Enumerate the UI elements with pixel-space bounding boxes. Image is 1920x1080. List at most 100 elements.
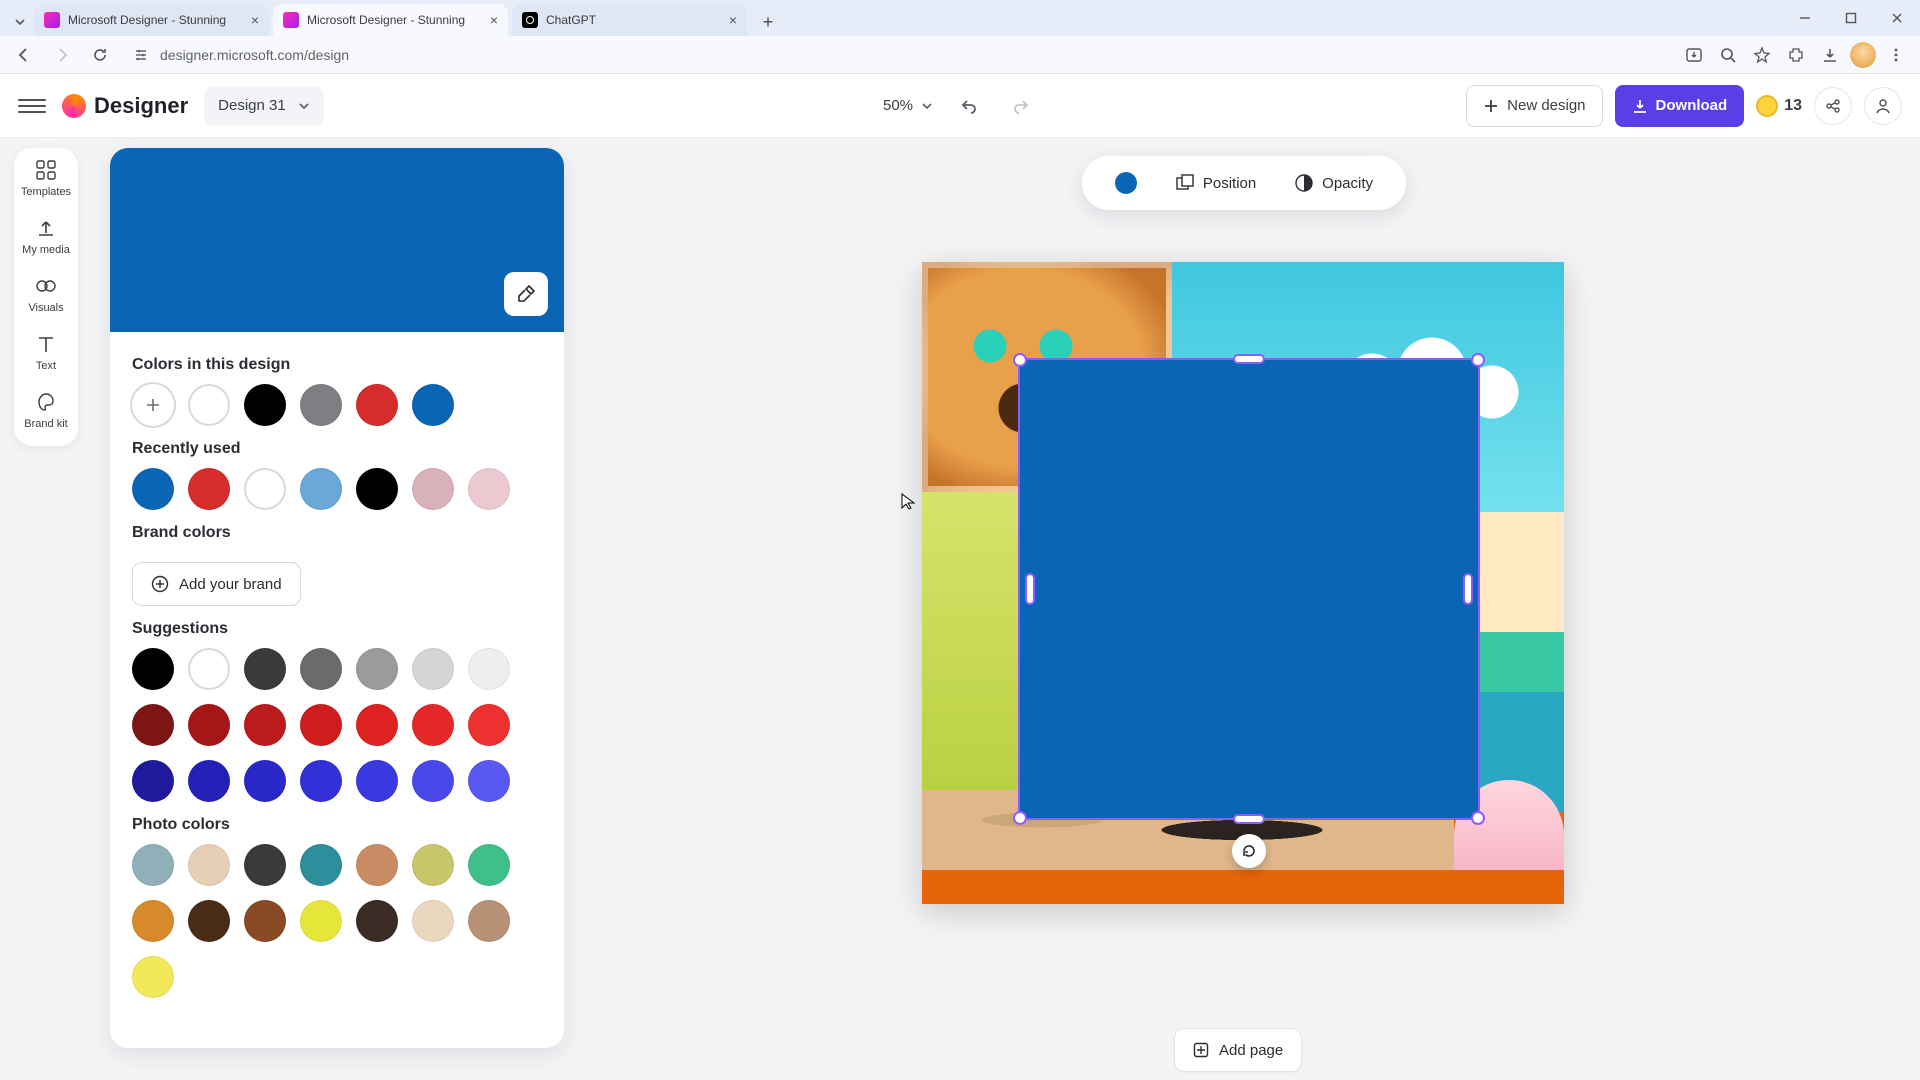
suggestion-swatch[interactable] (132, 704, 174, 746)
zoom-selector[interactable]: 50% (883, 97, 933, 114)
in-design-swatch[interactable] (300, 384, 342, 426)
suggestion-swatch[interactable] (244, 704, 286, 746)
suggestion-swatch[interactable] (412, 704, 454, 746)
site-info-icon[interactable] (132, 46, 150, 64)
add-brand-button[interactable]: Add your brand (132, 562, 301, 606)
design-canvas[interactable] (922, 262, 1564, 904)
suggestion-swatch[interactable] (468, 760, 510, 802)
suggestion-swatch[interactable] (300, 648, 342, 690)
photo-swatch[interactable] (244, 844, 286, 886)
photo-swatch[interactable] (468, 900, 510, 942)
browser-tab-1[interactable]: Microsoft Designer - Stunning × (273, 4, 508, 36)
suggestion-swatch[interactable] (188, 648, 230, 690)
resize-handle-top-left[interactable] (1013, 353, 1027, 367)
eyedropper-button[interactable] (504, 272, 548, 316)
opacity-button[interactable]: Opacity (1294, 173, 1373, 193)
resize-handle-left[interactable] (1025, 573, 1035, 605)
resize-handle-right[interactable] (1463, 573, 1473, 605)
close-icon[interactable]: × (490, 12, 498, 28)
suggestion-swatch[interactable] (244, 648, 286, 690)
browser-menu-icon[interactable] (1882, 41, 1910, 69)
photo-swatch[interactable] (132, 844, 174, 886)
photo-swatch[interactable] (412, 844, 454, 886)
recent-swatch[interactable] (244, 468, 286, 510)
browser-tab-0[interactable]: Microsoft Designer - Stunning × (34, 4, 269, 36)
photo-swatch[interactable] (188, 844, 230, 886)
browser-back-button[interactable] (10, 41, 38, 69)
browser-reload-button[interactable] (86, 41, 114, 69)
downloads-icon[interactable] (1816, 41, 1844, 69)
new-tab-button[interactable]: + (751, 8, 785, 36)
close-icon[interactable]: × (729, 12, 737, 28)
rail-brand-kit[interactable]: Brand kit (24, 390, 67, 430)
suggestion-swatch[interactable] (244, 760, 286, 802)
suggestion-swatch[interactable] (300, 760, 342, 802)
coins-indicator[interactable]: 13 (1756, 95, 1802, 117)
resize-handle-top[interactable] (1233, 354, 1265, 364)
suggestion-swatch[interactable] (188, 760, 230, 802)
suggestion-swatch[interactable] (356, 704, 398, 746)
photo-swatch[interactable] (244, 900, 286, 942)
install-app-icon[interactable] (1680, 41, 1708, 69)
photo-swatch[interactable] (300, 844, 342, 886)
suggestion-swatch[interactable] (412, 648, 454, 690)
suggestion-swatch[interactable] (132, 760, 174, 802)
suggestion-swatch[interactable] (356, 648, 398, 690)
recent-swatch[interactable] (356, 468, 398, 510)
browser-forward-button[interactable] (48, 41, 76, 69)
in-design-swatch[interactable] (244, 384, 286, 426)
close-icon[interactable]: × (251, 12, 259, 28)
recent-swatch[interactable] (412, 468, 454, 510)
download-button[interactable]: Download (1615, 85, 1745, 127)
rotate-handle[interactable] (1232, 834, 1266, 868)
suggestion-swatch[interactable] (188, 704, 230, 746)
recent-swatch[interactable] (132, 468, 174, 510)
photo-swatch[interactable] (468, 844, 510, 886)
photo-swatch[interactable] (300, 900, 342, 942)
photo-swatch[interactable] (412, 900, 454, 942)
undo-button[interactable] (953, 90, 985, 122)
in-design-swatch[interactable] (356, 384, 398, 426)
selected-rectangle-shape[interactable] (1018, 358, 1480, 820)
rail-text[interactable]: Text (34, 332, 58, 372)
add-page-button[interactable]: Add page (1174, 1028, 1302, 1072)
extensions-icon[interactable] (1782, 41, 1810, 69)
resize-handle-top-right[interactable] (1471, 353, 1485, 367)
rail-visuals[interactable]: Visuals (28, 274, 63, 314)
position-button[interactable]: Position (1175, 173, 1256, 193)
recent-swatch[interactable] (188, 468, 230, 510)
browser-tab-2[interactable]: ChatGPT × (512, 4, 747, 36)
suggestion-swatch[interactable] (356, 760, 398, 802)
brand[interactable]: Designer (62, 93, 188, 119)
photo-swatch[interactable] (132, 900, 174, 942)
resize-handle-bottom[interactable] (1233, 814, 1265, 824)
add-color-button[interactable] (132, 384, 174, 426)
resize-handle-bottom-right[interactable] (1471, 811, 1485, 825)
new-design-button[interactable]: New design (1466, 85, 1602, 127)
design-name-selector[interactable]: Design 31 (204, 87, 324, 125)
photo-swatch[interactable] (356, 844, 398, 886)
suggestion-swatch[interactable] (300, 704, 342, 746)
suggestion-swatch[interactable] (468, 648, 510, 690)
window-close-button[interactable] (1874, 0, 1920, 36)
photo-swatch[interactable] (188, 900, 230, 942)
account-button[interactable] (1864, 87, 1902, 125)
share-button[interactable] (1814, 87, 1852, 125)
redo-button[interactable] (1005, 90, 1037, 122)
rail-my-media[interactable]: My media (22, 216, 70, 256)
menu-button[interactable] (18, 92, 46, 120)
suggestion-swatch[interactable] (468, 704, 510, 746)
address-field[interactable]: designer.microsoft.com/design (124, 40, 1670, 70)
fill-color-button[interactable] (1115, 172, 1137, 194)
profile-avatar[interactable] (1850, 42, 1876, 68)
in-design-swatch[interactable] (188, 384, 230, 426)
bookmark-icon[interactable] (1748, 41, 1776, 69)
window-minimize-button[interactable] (1782, 0, 1828, 36)
recent-swatch[interactable] (300, 468, 342, 510)
in-design-swatch[interactable] (412, 384, 454, 426)
rail-templates[interactable]: Templates (21, 158, 71, 198)
zoom-icon[interactable] (1714, 41, 1742, 69)
suggestion-swatch[interactable] (132, 648, 174, 690)
photo-swatch[interactable] (356, 900, 398, 942)
window-maximize-button[interactable] (1828, 0, 1874, 36)
